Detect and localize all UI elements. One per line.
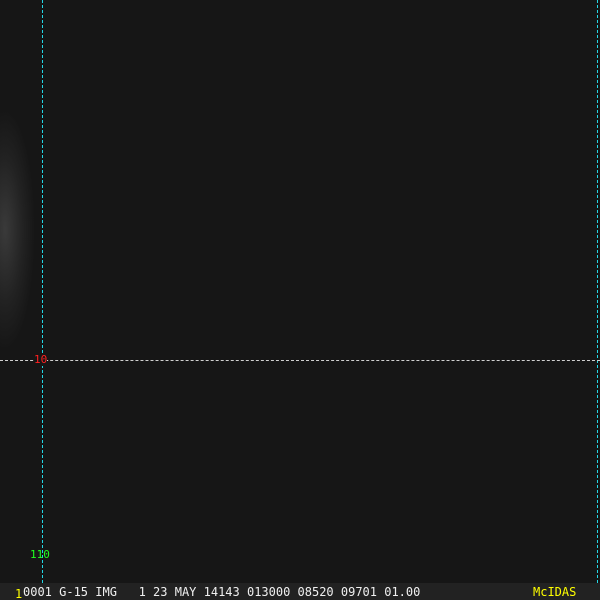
longitude-line: [42, 0, 43, 583]
longitude-line-right: [597, 0, 598, 583]
longitude-label: 110: [30, 548, 50, 561]
mcidas-brand: McIDAS: [533, 585, 577, 599]
latitude-line: [0, 360, 600, 361]
latitude-label: 10: [34, 353, 48, 366]
frame-number: 1: [15, 587, 23, 600]
satellite-image-frame: 10 110 1 0001 G-15 IMG 1 23 MAY 14143 01…: [0, 0, 600, 600]
image-info: 0001 G-15 IMG 1 23 MAY 14143 013000 0852…: [23, 585, 421, 599]
status-bar: 1 0001 G-15 IMG 1 23 MAY 14143 013000 08…: [0, 583, 600, 600]
